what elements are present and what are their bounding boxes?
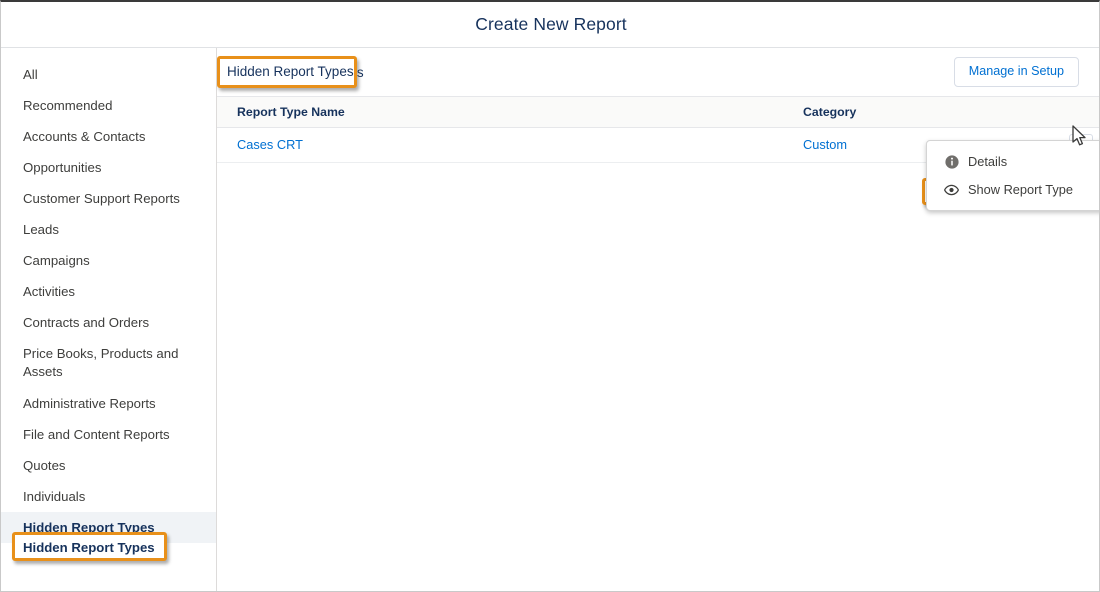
category-link[interactable]: Custom	[803, 137, 847, 152]
sidebar-item-label: Accounts & Contacts	[23, 129, 146, 144]
sidebar-item-all[interactable]: All	[1, 59, 216, 90]
sidebar-item-administrative-reports[interactable]: Administrative Reports	[1, 388, 216, 419]
sidebar-item-label: Campaigns	[23, 253, 90, 268]
sidebar-item-label: Activities	[23, 284, 76, 299]
page-title: Create New Report	[475, 14, 627, 34]
cell-report-type-name: Cases CRT	[217, 127, 783, 163]
sidebar-item-label: Contracts and Orders	[23, 315, 150, 330]
sidebar-item-label: All	[23, 67, 38, 82]
sidebar-item-label: Quotes	[23, 458, 66, 473]
column-header-category[interactable]: Category	[783, 97, 1041, 128]
callout-label-section-title: Hidden Report Types	[227, 64, 354, 79]
menu-item-label: Show Report Type	[968, 182, 1074, 197]
sidebar-item-quotes[interactable]: Quotes	[1, 450, 216, 481]
sidebar-item-customer-support-reports[interactable]: Customer Support Reports	[1, 183, 216, 214]
sidebar-item-label: Leads	[23, 222, 59, 237]
sidebar-item-label: Individuals	[23, 489, 86, 504]
sidebar-item-label: Recommended	[23, 98, 113, 113]
dialog-body: All Recommended Accounts & Contacts Oppo…	[1, 48, 1099, 591]
row-actions-menu: Details Show Report Type	[926, 140, 1099, 211]
eye-icon	[944, 183, 959, 198]
column-header-actions	[1041, 97, 1099, 128]
menu-item-show-report-type[interactable]: Show Report Type	[927, 176, 1099, 204]
callout-label-sidebar-selected: Hidden Report Types	[23, 540, 155, 555]
sidebar-item-label: Administrative Reports	[23, 396, 156, 411]
sidebar-item-accounts-contacts[interactable]: Accounts & Contacts	[1, 121, 216, 152]
sidebar-item-opportunities[interactable]: Opportunities	[1, 152, 216, 183]
sidebar-item-label: Hidden Report Types	[23, 520, 155, 535]
sidebar-item-hidden-report-types[interactable]: Hidden Report Types	[1, 512, 216, 543]
sidebar-item-label: Customer Support Reports	[23, 191, 180, 206]
category-sidebar: All Recommended Accounts & Contacts Oppo…	[1, 48, 217, 591]
sidebar-item-leads[interactable]: Leads	[1, 214, 216, 245]
dialog-header: Create New Report	[1, 2, 1099, 48]
sidebar-item-label: File and Content Reports	[23, 427, 170, 442]
manage-in-setup-button[interactable]: Manage in Setup	[953, 57, 1079, 87]
sidebar-item-price-books-products-and-assets[interactable]: Price Books, Products and Assets	[1, 338, 216, 388]
menu-item-details[interactable]: Details	[927, 148, 1099, 176]
create-new-report-dialog: Create New Report All Recommended Accoun…	[0, 0, 1100, 592]
sidebar-item-activities[interactable]: Activities	[1, 276, 216, 307]
sidebar-item-file-and-content-reports[interactable]: File and Content Reports	[1, 419, 216, 450]
report-type-link[interactable]: Cases CRT	[237, 137, 303, 152]
sidebar-item-recommended[interactable]: Recommended	[1, 90, 216, 121]
column-header-report-type-name[interactable]: Report Type Name	[217, 97, 783, 128]
sidebar-item-label: Opportunities	[23, 160, 102, 175]
menu-item-label: Details	[968, 154, 1008, 169]
sidebar-item-label: Price Books, Products and Assets	[23, 346, 179, 379]
table-header-row: Report Type Name Category	[217, 97, 1099, 128]
sidebar-item-campaigns[interactable]: Campaigns	[1, 245, 216, 276]
report-type-panel: Hidden Report Types Manage in Setup Repo…	[217, 48, 1099, 591]
info-icon	[944, 155, 959, 170]
sidebar-item-individuals[interactable]: Individuals	[1, 481, 216, 512]
sidebar-item-contracts-and-orders[interactable]: Contracts and Orders	[1, 307, 216, 338]
